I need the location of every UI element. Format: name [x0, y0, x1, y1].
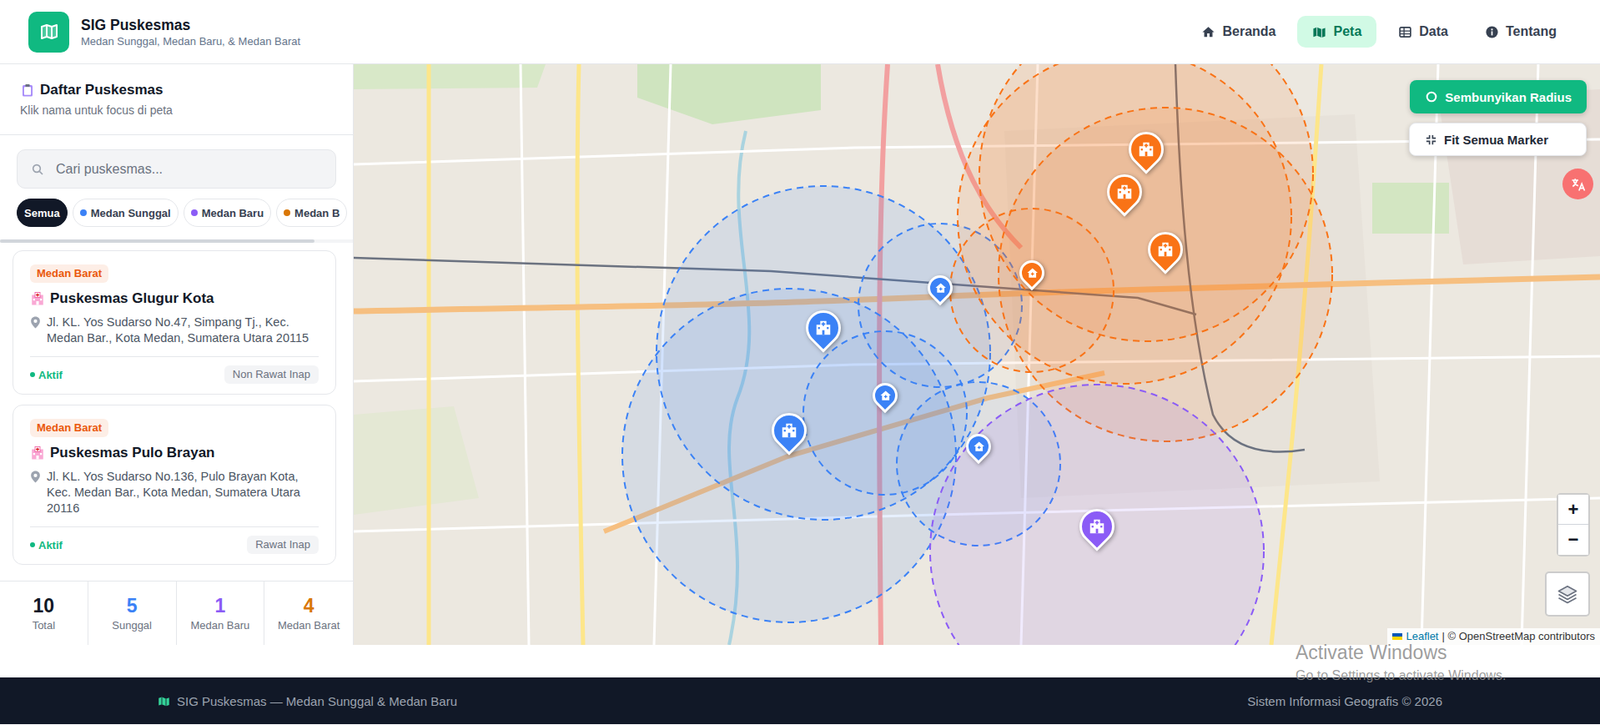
- stat: 1Medan Baru: [176, 581, 266, 645]
- hospital-icon: [814, 318, 833, 338]
- zoom-control: +−: [1556, 493, 1590, 557]
- district-tag: Medan Barat: [30, 264, 109, 283]
- puskesmas-list: Medan Barat Puskesmas Glugur Kota Jl. KL. …: [0, 242, 353, 581]
- flag-icon: [1392, 633, 1403, 640]
- home-icon: [1201, 25, 1216, 40]
- sidebar-title: Daftar Puskesmas: [20, 80, 333, 100]
- fit-markers-button[interactable]: Fit Semua Marker: [1408, 122, 1587, 156]
- pin-icon: [30, 316, 41, 329]
- clipboard-icon: [20, 82, 36, 98]
- search-field[interactable]: [16, 149, 337, 189]
- filter-bar: SemuaMedan SunggalMedan BaruMedan B: [0, 198, 353, 227]
- leaflet-link[interactable]: Leaflet: [1405, 628, 1439, 645]
- brand[interactable]: SIG PuskesmasMedan Sunggal, Medan Baru, …: [28, 11, 301, 53]
- clinic-icon: [934, 281, 947, 295]
- map-icon: [157, 694, 171, 708]
- district-tag: Medan Barat: [30, 418, 109, 438]
- search-input[interactable]: [54, 161, 323, 178]
- hospital-icon: [779, 421, 799, 440]
- table-icon: [1398, 25, 1413, 40]
- compress-icon: [1424, 133, 1438, 146]
- nav: BerandaPetaDataTentang: [1186, 15, 1572, 48]
- info-icon: [1484, 25, 1500, 40]
- activation-watermark: Activate WindowsGo to Settings to activa…: [1295, 640, 1507, 685]
- card-address: Jl. KL. Yos Sudarso No.47, Simpang Tj., …: [30, 314, 319, 347]
- footer: SIG Puskesmas — Medan Sunggal & Medan Ba…: [0, 677, 1600, 725]
- stat: 5Sunggal: [88, 581, 177, 645]
- filter-chip[interactable]: Medan Baru: [183, 198, 272, 227]
- zoom-in-button[interactable]: +: [1558, 494, 1589, 525]
- translate-icon: [1569, 176, 1587, 193]
- map-attribution: Leaflet| © OpenStreetMap contributors: [1387, 628, 1600, 645]
- nav-item[interactable]: Data: [1383, 15, 1464, 48]
- filter-scrollbar[interactable]: [0, 239, 353, 243]
- hospital-icon: [1137, 140, 1156, 159]
- footer-right: Sistem Informasi Geografis © 2026: [1247, 694, 1443, 709]
- map-icon: [1312, 25, 1327, 40]
- type-badge: Rawat Inap: [246, 535, 319, 554]
- clinic-icon: [1026, 266, 1039, 280]
- radius-circle: [950, 208, 1114, 373]
- hospital-icon: [1087, 517, 1107, 536]
- sidebar: Daftar Puskesmas Klik nama untuk focus di…: [0, 64, 354, 645]
- status-badge: Aktif: [30, 538, 63, 552]
- search-icon: [30, 162, 45, 177]
- hospital-icon: [1115, 182, 1134, 202]
- layers-button[interactable]: [1544, 571, 1590, 617]
- hospital-icon: [30, 291, 46, 307]
- main: Daftar Puskesmas Klik nama untuk focus di…: [0, 64, 1600, 645]
- clinic-icon: [879, 389, 892, 403]
- layers-icon: [1555, 582, 1580, 606]
- puskesmas-card[interactable]: Medan Barat Puskesmas Pulo Brayan Jl. KL. …: [12, 404, 337, 565]
- hospital-icon: [30, 445, 46, 461]
- footer-left: SIG Puskesmas — Medan Sunggal & Medan Ba…: [157, 694, 458, 709]
- filter-dot: [283, 209, 291, 217]
- filter-dot: [191, 209, 198, 217]
- header: SIG PuskesmasMedan Sunggal, Medan Baru, …: [0, 0, 1600, 65]
- card-title: Puskesmas Pulo Brayan: [30, 443, 319, 463]
- map[interactable]: Sembunyikan Radius Fit Semua Marker +− Leaf…: [353, 64, 1600, 645]
- sidebar-header: Daftar Puskesmas Klik nama untuk focus di…: [0, 64, 353, 136]
- radius-circle: [930, 384, 1264, 645]
- app-title: SIG Puskesmas: [80, 15, 301, 35]
- app: SIG PuskesmasMedan Sunggal, Medan Baru, …: [0, 0, 1600, 725]
- stats-bar: 10Total5Sunggal1Medan Baru4Medan Barat: [0, 580, 353, 645]
- puskesmas-card[interactable]: Medan Barat Puskesmas Glugur Kota Jl. KL. …: [12, 250, 337, 395]
- stat: 4Medan Barat: [264, 581, 353, 645]
- filter-dot: [80, 209, 87, 217]
- filter-chip[interactable]: Semua: [16, 198, 68, 227]
- toggle-radius-button[interactable]: Sembunyikan Radius: [1409, 80, 1587, 114]
- app-subtitle: Medan Sunggal, Medan Baru, & Medan Barat: [80, 34, 301, 49]
- pin-icon: [30, 470, 41, 484]
- hospital-icon: [1156, 240, 1175, 259]
- filter-chip[interactable]: Medan Sunggal: [72, 198, 179, 227]
- stat: 10Total: [0, 581, 89, 645]
- card-address: Jl. KL. Yos Sudarso No.136, Pulo Brayan …: [30, 468, 319, 517]
- filter-chip[interactable]: Medan B: [276, 198, 348, 227]
- translate-button[interactable]: [1562, 168, 1594, 200]
- nav-item[interactable]: Beranda: [1186, 15, 1291, 48]
- zoom-out-button[interactable]: −: [1558, 524, 1589, 555]
- nav-item[interactable]: Peta: [1297, 15, 1377, 48]
- loader-icon: [1424, 90, 1439, 104]
- sidebar-hint: Klik nama untuk focus di peta: [20, 102, 333, 118]
- nav-item[interactable]: Tentang: [1469, 15, 1572, 48]
- card-title: Puskesmas Glugur Kota: [30, 289, 319, 308]
- clinic-icon: [972, 440, 986, 453]
- type-badge: Non Rawat Inap: [224, 365, 319, 384]
- map-actions: Sembunyikan Radius Fit Semua Marker: [1408, 80, 1587, 156]
- status-badge: Aktif: [30, 368, 63, 382]
- logo-icon: [28, 11, 70, 53]
